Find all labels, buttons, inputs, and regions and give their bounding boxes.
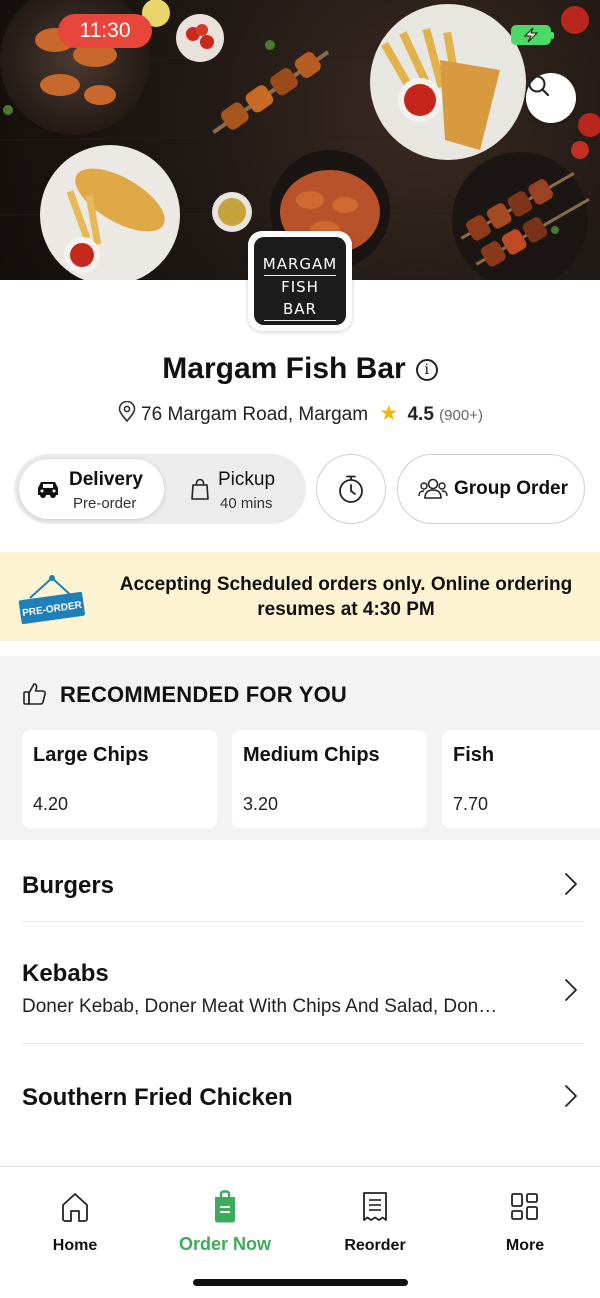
recommended-heading: RECOMMENDED FOR YOU	[22, 682, 347, 708]
pickup-sub: 40 mins	[220, 495, 273, 512]
delivery-option[interactable]: Delivery Pre-order	[19, 459, 164, 519]
store-logo: MARGAM FISH BAR	[248, 231, 352, 331]
recommended-card[interactable]: Large Chips 4.20	[22, 730, 217, 828]
chevron-right-icon	[565, 979, 577, 1001]
recommended-item-price: 4.20	[33, 794, 69, 814]
thumbs-up-icon	[23, 683, 46, 705]
store-address-row: 76 Margam Road, Margam ★ 4.5 (900+)	[0, 400, 600, 426]
star-icon: ★	[379, 402, 399, 425]
nav-home[interactable]: Home	[15, 1189, 135, 1255]
pickup-option[interactable]: Pickup 40 mins	[174, 459, 302, 519]
nav-order-now-label: Order Now	[178, 1234, 271, 1254]
chevron-right-icon	[565, 1085, 577, 1107]
category-name: Southern Fried Chicken	[22, 1084, 293, 1111]
category-row-southern-fried-chicken[interactable]: Southern Fried Chicken	[22, 1084, 584, 1112]
logo-text-line-2: FISH BAR	[264, 275, 336, 321]
chevron-right-icon	[565, 873, 577, 895]
pre-order-tag-icon: PRE-ORDER	[18, 575, 85, 624]
rating-count: (900+)	[439, 407, 483, 424]
home-indicator[interactable]	[193, 1279, 408, 1286]
scheduled-orders-banner: PRE-ORDER Accepting Scheduled orders onl…	[0, 552, 600, 641]
logo-text-line-1: MARGAM	[262, 255, 338, 273]
store-name-row: Margam Fish Bar i	[0, 352, 600, 386]
battery-icon	[511, 25, 554, 45]
banner-message: Accepting Scheduled orders only. Online …	[119, 574, 573, 620]
divider	[22, 921, 584, 922]
recommended-item-name: Large Chips	[33, 744, 149, 766]
category-description: Doner Kebab, Doner Meat With Chips And S…	[22, 996, 498, 1017]
shopping-bag-icon	[191, 478, 209, 500]
nav-home-label: Home	[52, 1237, 98, 1254]
recommended-card[interactable]: Medium Chips 3.20	[232, 730, 427, 828]
category-name: Kebabs	[22, 960, 109, 987]
category-name: Burgers	[22, 872, 115, 899]
order-bag-icon	[215, 1190, 235, 1223]
divider	[22, 1043, 584, 1044]
delivery-label: Delivery	[69, 469, 143, 490]
location-pin-icon	[118, 400, 136, 423]
search-button[interactable]	[526, 73, 576, 123]
stopwatch-icon	[339, 475, 363, 503]
recommended-card[interactable]: Fish 7.70	[442, 730, 600, 828]
nav-reorder[interactable]: Reorder	[315, 1189, 435, 1255]
status-time: 11:30	[58, 14, 152, 48]
pickup-label: Pickup	[218, 469, 276, 490]
receipt-icon	[363, 1192, 387, 1221]
delivery-sub: Pre-order	[73, 495, 137, 512]
category-row-kebabs[interactable]: Kebabs Doner Kebab, Doner Meat With Chip…	[22, 960, 584, 1018]
schedule-button[interactable]	[316, 454, 386, 524]
search-icon	[528, 75, 550, 97]
group-order-button[interactable]: Group Order	[397, 454, 585, 524]
nav-more-label: More	[505, 1237, 545, 1254]
grid-icon	[511, 1193, 538, 1220]
recommended-section: RECOMMENDED FOR YOU Large Chips 4.20 Med…	[0, 656, 600, 840]
group-order-label: Group Order	[454, 478, 569, 499]
recommended-heading-text: RECOMMENDED FOR YOU	[60, 682, 347, 707]
order-mode-toggle: Delivery Pre-order Pickup 40 mins	[14, 454, 306, 524]
recommended-item-name: Medium Chips	[243, 744, 380, 766]
nav-reorder-label: Reorder	[344, 1237, 406, 1254]
store-rating: 4.5	[407, 404, 434, 425]
group-people-icon	[418, 478, 448, 499]
recommended-item-name: Fish	[453, 744, 495, 766]
home-icon	[62, 1193, 88, 1222]
info-icon[interactable]: i	[415, 359, 438, 382]
recommended-item-price: 7.70	[453, 794, 489, 814]
store-address: 76 Margam Road, Margam	[141, 404, 369, 425]
store-name: Margam Fish Bar	[162, 352, 406, 385]
car-icon	[38, 482, 58, 498]
category-row-burgers[interactable]: Burgers	[22, 872, 584, 900]
nav-order-now[interactable]: Order Now	[165, 1189, 285, 1255]
bottom-navigation: Home Order Now Reorder More	[0, 1166, 600, 1298]
recommended-item-price: 3.20	[243, 794, 279, 814]
nav-more[interactable]: More	[465, 1189, 585, 1255]
